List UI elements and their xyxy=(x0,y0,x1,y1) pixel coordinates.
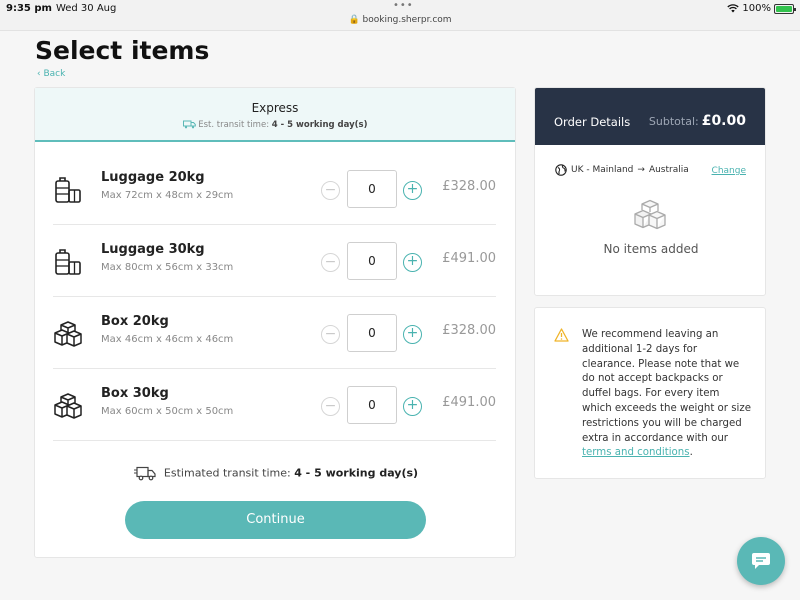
page-title: Select items xyxy=(35,36,210,65)
change-route-link[interactable]: Change xyxy=(712,166,746,176)
subtotal: Subtotal: £0.00 xyxy=(649,113,746,129)
order-details-card: Order Details Subtotal: £0.00 UK - Mainla… xyxy=(534,87,766,296)
service-name: Express xyxy=(251,101,299,115)
item-row-box-30: Box 30kg Max 60cm x 50cm x 50cm − + £491… xyxy=(53,369,496,441)
items-card: Express Est. transit time: 4 - 5 working… xyxy=(34,87,516,558)
back-link[interactable]: ‹ Back xyxy=(37,69,65,79)
status-right: 100% xyxy=(727,3,796,14)
decrease-button[interactable]: − xyxy=(321,253,340,272)
clock: 9:35 pm xyxy=(6,3,52,14)
decrease-button[interactable]: − xyxy=(321,397,340,416)
battery-icon xyxy=(774,3,796,14)
item-row-box-20: Box 20kg Max 46cm x 46cm x 46cm − + £328… xyxy=(53,297,496,369)
warning-icon xyxy=(554,328,569,342)
quantity-input[interactable] xyxy=(347,170,397,208)
globe-icon xyxy=(555,164,567,176)
notice-body: We recommend leaving an additional 1-2 d… xyxy=(582,329,751,444)
date: Wed 30 Aug xyxy=(55,3,117,14)
back-label: Back xyxy=(43,69,66,79)
increase-button[interactable]: + xyxy=(403,253,422,272)
order-title: Order Details xyxy=(554,115,631,129)
item-dims: Max 80cm x 56cm x 33cm xyxy=(101,262,234,273)
transit-value: 4 - 5 working day(s) xyxy=(271,120,368,130)
item-dims: Max 46cm x 46cm x 46cm xyxy=(101,334,234,345)
lock-icon: 🔒 xyxy=(348,15,360,25)
truck-icon xyxy=(133,466,156,481)
empty-boxes-icon xyxy=(634,199,666,230)
wifi-icon xyxy=(727,4,740,13)
item-name: Box 20kg xyxy=(101,314,169,329)
notice-text: We recommend leaving an additional 1-2 d… xyxy=(582,328,752,461)
item-price: £328.00 xyxy=(442,179,496,194)
box-icon xyxy=(54,321,82,347)
quantity-input[interactable] xyxy=(347,386,397,424)
continue-button[interactable]: Continue xyxy=(125,501,426,539)
transit-prefix: Estimated transit time: xyxy=(163,466,291,480)
box-icon xyxy=(54,393,82,419)
estimated-transit: Estimated transit time: 4 - 5 working da… xyxy=(35,466,517,481)
luggage-icon xyxy=(55,177,81,203)
notice-suffix: . xyxy=(689,447,693,459)
battery-fill xyxy=(776,5,792,12)
quantity-input[interactable] xyxy=(347,314,397,352)
item-row-luggage-30: Luggage 30kg Max 80cm x 56cm x 33cm − + … xyxy=(53,225,496,297)
item-price: £491.00 xyxy=(442,251,496,266)
terms-link[interactable]: terms and conditions xyxy=(582,447,690,458)
transit-prefix: Est. transit time: xyxy=(198,120,270,130)
url-bar[interactable]: 🔒 booking.sherpr.com xyxy=(0,15,800,25)
item-name: Box 30kg xyxy=(101,386,169,401)
arrow-right-icon: → xyxy=(637,165,645,175)
url-text: booking.sherpr.com xyxy=(362,15,452,25)
decrease-button[interactable]: − xyxy=(321,325,340,344)
status-time: 9:35 pm Wed 30 Aug xyxy=(6,3,116,14)
service-transit: Est. transit time: 4 - 5 working day(s) xyxy=(35,120,515,130)
item-price: £328.00 xyxy=(442,323,496,338)
order-header: Order Details Subtotal: £0.00 xyxy=(535,88,765,145)
item-row-luggage-20: Luggage 20kg Max 72cm x 48cm x 29cm − + … xyxy=(53,153,496,225)
item-dims: Max 60cm x 50cm x 50cm xyxy=(101,406,234,417)
route-from: UK - Mainland xyxy=(571,165,634,175)
subtotal-value: £0.00 xyxy=(701,113,746,129)
decrease-button[interactable]: − xyxy=(321,181,340,200)
more-dots-icon[interactable]: ••• xyxy=(393,0,414,11)
quantity-input[interactable] xyxy=(347,242,397,280)
route-to: Australia xyxy=(648,165,689,175)
chat-button[interactable] xyxy=(737,537,785,585)
transit-value: 4 - 5 working day(s) xyxy=(294,466,419,480)
status-bar: 9:35 pm Wed 30 Aug ••• 🔒 booking.sherpr.c… xyxy=(0,0,800,31)
increase-button[interactable]: + xyxy=(403,325,422,344)
increase-button[interactable]: + xyxy=(403,397,422,416)
luggage-icon xyxy=(55,249,81,275)
increase-button[interactable]: + xyxy=(403,181,422,200)
battery-percent: 100% xyxy=(742,3,771,14)
item-dims: Max 72cm x 48cm x 29cm xyxy=(101,190,234,201)
empty-state-text: No items added xyxy=(603,242,699,256)
notice-card: We recommend leaving an additional 1-2 d… xyxy=(534,307,766,479)
item-price: £491.00 xyxy=(442,395,496,410)
truck-icon xyxy=(182,120,196,129)
chat-icon xyxy=(752,553,770,569)
item-name: Luggage 20kg xyxy=(101,170,205,185)
item-name: Luggage 30kg xyxy=(101,242,205,257)
route: UK - Mainland → Australia xyxy=(555,164,689,176)
service-header: Express Est. transit time: 4 - 5 working… xyxy=(35,88,515,142)
subtotal-label: Subtotal: xyxy=(648,115,699,128)
